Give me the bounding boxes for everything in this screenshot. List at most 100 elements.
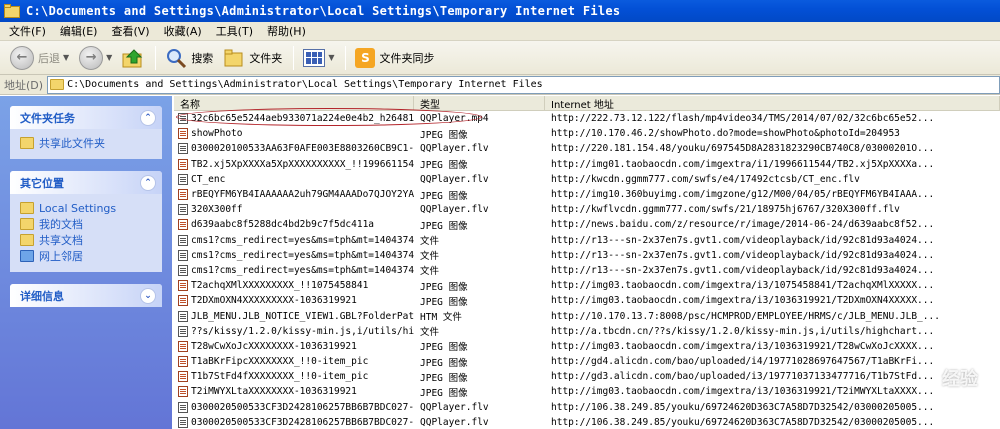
file-row[interactable]: 32c6bc65e5244aeb933071a224e0e4b2_h264818… — [174, 111, 1000, 126]
image-file-icon — [178, 371, 188, 383]
dropdown-arrow-icon[interactable]: ▼ — [106, 53, 112, 62]
search-button[interactable]: 搜索 — [161, 44, 217, 72]
dropdown-arrow-icon[interactable]: ▼ — [63, 53, 69, 62]
file-row[interactable]: 0300020100533AA63F0AFE003E8803260CB9C1-2… — [174, 141, 1000, 156]
file-type: 文件 — [420, 266, 440, 278]
collapse-icon[interactable]: ⌃ — [140, 109, 156, 126]
file-tasks-header[interactable]: 文件夹任务 ⌃ — [10, 106, 162, 129]
file-row[interactable]: 0300020500533CF3D2428106257BB6B7BDC027-C… — [174, 415, 1000, 429]
file-name-cell[interactable]: T28wCwXoJcXXXXXXXX-1036319921 — [174, 340, 414, 352]
folders-label: 文件夹 — [249, 51, 283, 65]
file-row[interactable]: T2DXmOXN4XXXXXXXXX-1036319921 JPEG 图像 http… — [174, 293, 1000, 308]
file-row[interactable]: JLB_MENU.JLB_NOTICE_VIEW1.GBL?FolderPath… — [174, 308, 1000, 323]
menu-tools[interactable]: 工具(T) — [209, 23, 260, 39]
file-row[interactable]: cms1?cms_redirect=yes&ms=tph&mt=14043747… — [174, 248, 1000, 263]
file-icon — [178, 143, 188, 155]
file-name-cell[interactable]: showPhoto — [174, 128, 414, 140]
other-places-header[interactable]: 其它位置 ⌃ — [10, 171, 162, 194]
file-internet-address: http://kwcdn.ggmm777.com/swfs/e4/17492ct… — [551, 173, 860, 185]
menu-view[interactable]: 查看(V) — [104, 23, 156, 39]
file-name-cell[interactable]: cms1?cms_redirect=yes&ms=tph&mt=14043747… — [174, 249, 414, 261]
file-icon — [178, 325, 188, 337]
file-internet-address: http://r13---sn-2x37en7s.gvt1.com/videop… — [551, 264, 935, 276]
file-row[interactable]: d639aabc8f5288dc4bd2b9c7f5dc411a JPEG 图像 h… — [174, 217, 1000, 232]
file-row[interactable]: T1b7StFd4fXXXXXXXX_!!0-item_pic JPEG 图像 ht… — [174, 369, 1000, 384]
network-places-link[interactable]: 网上邻居 — [20, 248, 152, 264]
file-row[interactable]: CT_enc QQPlayer.flv http://kwcdn.ggmm777.c… — [174, 172, 1000, 187]
file-row[interactable]: cms1?cms_redirect=yes&ms=tph&mt=14043747… — [174, 233, 1000, 248]
file-type: JPEG 图像 — [420, 387, 468, 399]
file-icon — [178, 416, 188, 428]
file-row[interactable]: 0300020500533CF3D2428106257BB6B7BDC027-C… — [174, 400, 1000, 415]
address-field[interactable]: C:\Documents and Settings\Administrator\… — [47, 75, 1000, 94]
local-settings-link[interactable]: Local Settings — [20, 200, 152, 216]
expand-icon[interactable]: ⌄ — [140, 287, 156, 304]
menu-edit[interactable]: 编辑(E) — [53, 23, 105, 39]
file-internet-address: http://img03.taobaocdn.com/imgextra/i3/1… — [551, 386, 935, 398]
menu-file[interactable]: 文件(F) — [2, 23, 53, 39]
file-name-cell[interactable]: rBEQYFM6YB4IAAAAAA2uh79GM4AAADo7QJOY2YAD… — [174, 189, 414, 201]
shared-documents-link[interactable]: 共享文档 — [20, 232, 152, 248]
file-name: TB2.xj5XpXXXXa5XpXXXXXXXXXX_!!1996611544 — [191, 158, 414, 170]
forward-button[interactable]: → ▼ — [75, 44, 116, 72]
file-name-cell[interactable]: 32c6bc65e5244aeb933071a224e0e4b2_h264818… — [174, 113, 414, 125]
file-name: cms1?cms_redirect=yes&ms=tph&mt=14043747… — [191, 234, 414, 246]
collapse-icon[interactable]: ⌃ — [140, 174, 156, 191]
file-row[interactable]: TB2.xj5XpXXXXa5XpXXXXXXXXXX_!!1996611544… — [174, 157, 1000, 172]
file-name-cell[interactable]: 0300020500533CF3D2428106257BB6B7BDC027-C… — [174, 401, 414, 413]
file-row[interactable]: rBEQYFM6YB4IAAAAAA2uh79GM4AAADo7QJOY2YAD… — [174, 187, 1000, 202]
file-row[interactable]: 320X300ff QQPlayer.flv http://kwflvcdn.ggm… — [174, 202, 1000, 217]
file-name: T1b7StFd4fXXXXXXXX_!!0-item_pic — [191, 371, 369, 383]
network-places-icon — [20, 250, 34, 262]
file-row[interactable]: T1aBKrFipcXXXXXXXX_!!0-item_pic JPEG 图像 ht… — [174, 354, 1000, 369]
file-name: cms1?cms_redirect=yes&ms=tph&mt=14043747… — [191, 249, 414, 261]
file-name-cell[interactable]: T2iMWYXLtaXXXXXXXX-1036319921 — [174, 386, 414, 398]
file-name-cell[interactable]: CT_enc — [174, 173, 414, 185]
file-name-cell[interactable]: 0300020500533CF3D2428106257BB6B7BDC027-C… — [174, 416, 414, 428]
other-places-title: 其它位置 — [20, 176, 64, 190]
share-folder-link[interactable]: 共享此文件夹 — [20, 135, 152, 151]
file-name-cell[interactable]: 0300020100533AA63F0AFE003E8803260CB9C1-2… — [174, 143, 414, 155]
file-name-cell[interactable]: d639aabc8f5288dc4bd2b9c7f5dc411a — [174, 219, 414, 231]
details-header[interactable]: 详细信息 ⌄ — [10, 284, 162, 307]
file-name-cell[interactable]: T1aBKrFipcXXXXXXXX_!!0-item_pic — [174, 356, 414, 368]
menu-help[interactable]: 帮助(H) — [260, 23, 313, 39]
folder-sync-button[interactable]: S 文件夹同步 — [351, 44, 438, 72]
views-icon — [303, 48, 326, 67]
menu-favorites[interactable]: 收藏(A) — [157, 23, 209, 39]
file-row[interactable]: cms1?cms_redirect=yes&ms=tph&mt=14043748… — [174, 263, 1000, 278]
file-name-cell[interactable]: cms1?cms_redirect=yes&ms=tph&mt=14043747… — [174, 234, 414, 246]
up-folder-button[interactable] — [118, 44, 148, 72]
image-file-icon — [178, 340, 188, 352]
column-header-internet-address[interactable]: Internet 地址 — [545, 96, 1000, 111]
column-header-name[interactable]: 名称 — [174, 96, 414, 111]
file-name: CT_enc — [191, 173, 226, 185]
file-name-cell[interactable]: ??s/kissy/1.2.0/kissy-min.js,i/utils/hig… — [174, 325, 414, 337]
dropdown-arrow-icon[interactable]: ▼ — [328, 53, 334, 62]
views-button[interactable]: ▼ — [299, 44, 338, 72]
file-name-cell[interactable]: T2achqXMlXXXXXXXXX_!!1075458841 — [174, 280, 414, 292]
file-name: 0300020500533CF3D2428106257BB6B7BDC027-C… — [191, 416, 414, 428]
file-name-cell[interactable]: TB2.xj5XpXXXXa5XpXXXXXXXXXX_!!1996611544 — [174, 158, 414, 170]
file-type: JPEG 图像 — [420, 281, 468, 293]
file-row[interactable]: ??s/kissy/1.2.0/kissy-min.js,i/utils/hig… — [174, 324, 1000, 339]
file-name-cell[interactable]: T2DXmOXN4XXXXXXXXX-1036319921 — [174, 295, 414, 307]
file-type: QQPlayer.mp4 — [420, 113, 489, 125]
file-name-cell[interactable]: T1b7StFd4fXXXXXXXX_!!0-item_pic — [174, 371, 414, 383]
file-name-cell[interactable]: JLB_MENU.JLB_NOTICE_VIEW1.GBL?FolderPath… — [174, 310, 414, 322]
file-row[interactable]: T28wCwXoJcXXXXXXXX-1036319921 JPEG 图像 http… — [174, 339, 1000, 354]
file-name: T2DXmOXN4XXXXXXXXX-1036319921 — [191, 295, 357, 307]
my-documents-link[interactable]: 我的文档 — [20, 216, 152, 232]
file-name-cell[interactable]: 320X300ff — [174, 204, 414, 216]
title-bar: C:\Documents and Settings\Administrator\… — [0, 0, 1000, 22]
file-name-cell[interactable]: cms1?cms_redirect=yes&ms=tph&mt=14043748… — [174, 264, 414, 276]
file-internet-address: http://img03.taobaocdn.com/imgextra/i3/1… — [551, 280, 935, 292]
file-row[interactable]: showPhoto JPEG 图像 http://10.170.46.2/showP… — [174, 126, 1000, 141]
image-file-icon — [178, 295, 188, 307]
search-icon — [167, 48, 187, 68]
back-button[interactable]: ← 后退 ▼ — [6, 44, 73, 72]
file-row[interactable]: T2iMWYXLtaXXXXXXXX-1036319921 JPEG 图像 http… — [174, 384, 1000, 399]
column-header-type[interactable]: 类型 — [414, 96, 545, 111]
folders-button[interactable]: 文件夹 — [219, 44, 286, 72]
file-row[interactable]: T2achqXMlXXXXXXXXX_!!1075458841 JPEG 图像 ht… — [174, 278, 1000, 293]
